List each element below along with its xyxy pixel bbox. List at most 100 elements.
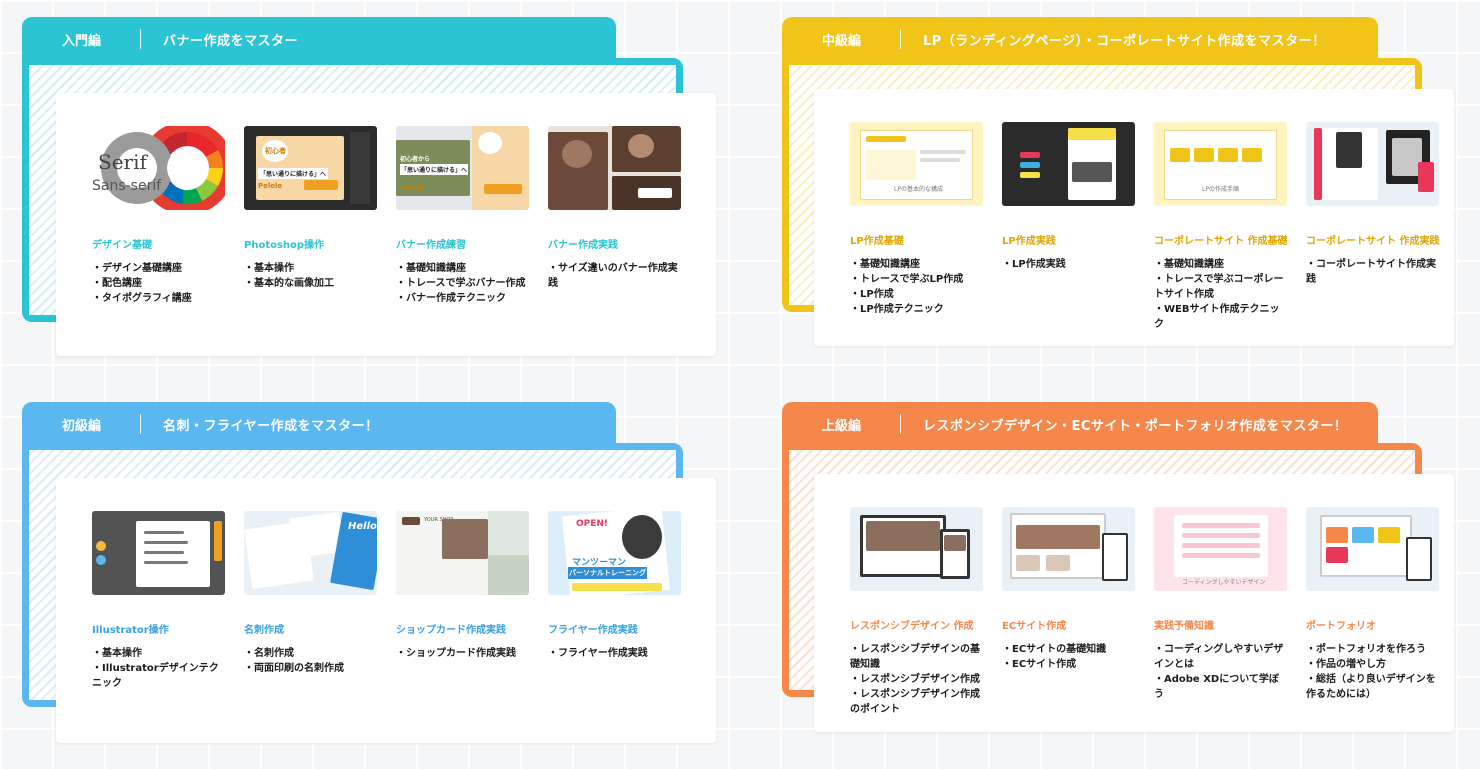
thumb-text: 初心者から <box>400 156 431 163</box>
tab-divider <box>140 414 141 434</box>
course-item[interactable]: LPの作成手順 コーポレートサイト 作成基礎 基礎知識講座 トレースで学ぶコーポ… <box>1154 122 1287 332</box>
course-topic: バナー作成テクニック <box>396 291 529 306</box>
thumb-text: 「思い通りに描ける」へ <box>258 168 329 179</box>
course-title: 名刺作成 <box>244 625 284 636</box>
tab-divider <box>900 414 901 434</box>
course-item[interactable]: レスポンシブデザイン 作成 レスポンシブデザインの基礎知識 レスポンシブデザイン… <box>850 507 983 717</box>
illustrator-screen-icon <box>92 511 225 595</box>
course-item[interactable]: コーディングしやすいデザイン 実践予備知識 コーディングしやすいデザインとは A… <box>1154 507 1287 717</box>
course-item[interactable]: 初心者 「思い通りに描ける」へ Pelele Photoshop操作 基本操作 … <box>244 126 377 306</box>
course-topic: 配色講座 <box>92 276 225 291</box>
course-card: Illustrator操作 基本操作 Illustratorデザインテクニック … <box>56 478 716 743</box>
thumb-text: Pelele <box>258 182 283 190</box>
course-title: LP作成実践 <box>1002 236 1056 247</box>
site-wireframe-icon: LPの作成手順 <box>1154 122 1287 206</box>
course-topic: 基本的な画像加工 <box>244 276 377 291</box>
banner-samples-icon: 初心者から 「思い通りに描ける」へ Pelele <box>396 126 529 210</box>
course-item[interactable]: Serif Sans-serif デザイン基礎 デザイン基礎講座 配色講座 タイ… <box>92 126 225 306</box>
course-item[interactable]: Illustrator操作 基本操作 Illustratorデザインテクニック <box>92 511 225 691</box>
section-beginner: 初級編 名刺・フライヤー作成をマスター！ Illustrator操作 ・ 基本操… <box>0 385 740 769</box>
thumb-text: 初心者 <box>265 147 286 155</box>
course-title: 実践予備知識 <box>1154 621 1214 632</box>
course-topic: WEBサイト作成テクニック <box>1154 302 1287 332</box>
coding-checklist-icon: コーディングしやすいデザイン <box>1154 507 1287 591</box>
course-item[interactable]: ポートフォリオ ポートフォリオを作ろう 作品の増やし方 総括（より良いデザインを… <box>1306 507 1439 717</box>
course-topic: ショップカード作成実践 <box>396 646 529 661</box>
course-topic: フライヤー作成実践 <box>548 646 681 661</box>
course-item[interactable]: ECサイト作成 ECサイトの基礎知識 ECサイト作成 <box>1002 507 1135 717</box>
tab-divider <box>140 29 141 49</box>
course-item[interactable]: 初心者から 「思い通りに描ける」へ Pelele バナー作成練習 基礎知識講座 … <box>396 126 529 306</box>
flyer-icon: OPEN! マンツーマン パーソナルトレーニング <box>548 511 681 595</box>
tab-divider <box>900 29 901 49</box>
course-topic: 名刺作成 <box>244 646 377 661</box>
course-topic: タイポグラフィ講座 <box>92 291 225 306</box>
course-topic: 基礎知識講座 <box>396 261 529 276</box>
course-topic: LP作成実践 <box>1002 257 1135 272</box>
course-item[interactable]: LPの基本的な構成 LP作成基礎 基礎知識講座 トレースで学ぶLP作成 LP作成… <box>850 122 983 332</box>
section-tab: 上級編 レスポンシブデザイン・ECサイト・ポートフォリオ作成をマスター！ <box>782 402 1378 446</box>
course-topic: トレースで学ぶコーポレートサイト作成 <box>1154 272 1287 302</box>
ec-site-icon <box>1002 507 1135 591</box>
course-topic: トレースで学ぶバナー作成 <box>396 276 529 291</box>
course-topic: Illustratorデザインテクニック <box>92 661 225 691</box>
thumb-text: LPの基本的な構成 <box>894 186 943 193</box>
course-topic: コーディングしやすいデザインとは <box>1154 642 1287 672</box>
shop-card-icon: YOUR SHOP <box>396 511 529 595</box>
section-advanced: 上級編 レスポンシブデザイン・ECサイト・ポートフォリオ作成をマスター！ レスポ… <box>760 385 1480 769</box>
lp-design-icon <box>1002 122 1135 206</box>
course-item[interactable]: コーポレートサイト 作成実践 コーポレートサイト作成実践 <box>1306 122 1439 332</box>
course-topic: 基礎知識講座 <box>850 257 983 272</box>
course-title: ECサイト作成 <box>1002 621 1067 632</box>
course-item[interactable]: OPEN! マンツーマン パーソナルトレーニング フライヤー作成実践 フライヤー… <box>548 511 681 691</box>
course-topic: 基本操作 <box>244 261 377 276</box>
section-tab: 入門編 バナー作成をマスター <box>22 17 616 61</box>
section-title: 名刺・フライヤー作成をマスター！ <box>163 418 379 434</box>
course-item[interactable]: YOUR SHOP ショップカード作成実践 ショップカード作成実践 <box>396 511 529 691</box>
section-title: LP（ランディングページ）・コーポレートサイト作成をマスター！ <box>923 33 1326 49</box>
section-tab: 初級編 名刺・フライヤー作成をマスター！ <box>22 402 616 446</box>
photoshop-screen-icon: 初心者 「思い通りに描ける」へ Pelele <box>244 126 377 210</box>
sans-sample: Sans-serif <box>92 178 162 194</box>
course-topic: LP作成テクニック <box>850 302 983 317</box>
course-topic: レスポンシブデザインの基礎知識 <box>850 642 983 672</box>
course-topic: 両面印刷の名刺作成 <box>244 661 377 676</box>
thumb-text: LPの作成手順 <box>1202 186 1239 193</box>
course-title: Photoshop操作 <box>244 240 325 251</box>
course-title: コーポレートサイト 作成実践 <box>1306 236 1440 247</box>
section-title: レスポンシブデザイン・ECサイト・ポートフォリオ作成をマスター！ <box>923 418 1348 434</box>
corporate-site-icon <box>1306 122 1439 206</box>
thumb-text: パーソナルトレーニング <box>568 567 647 579</box>
course-topic: トレースで学ぶLP作成 <box>850 272 983 287</box>
color-wheel-icon: Serif Sans-serif <box>92 126 225 210</box>
section-tab: 中級編 LP（ランディングページ）・コーポレートサイト作成をマスター！ <box>782 17 1378 61</box>
thumb-text: Pelele <box>400 184 425 192</box>
course-card: LPの基本的な構成 LP作成基礎 基礎知識講座 トレースで学ぶLP作成 LP作成… <box>814 89 1454 346</box>
course-topic: 作品の増やし方 <box>1306 657 1439 672</box>
course-item[interactable]: Hello 名刺作成 名刺作成 両面印刷の名刺作成 <box>244 511 377 691</box>
course-topic: レスポンシブデザイン作成のポイント <box>850 687 983 717</box>
section-middle: 中級編 LP（ランディングページ）・コーポレートサイト作成をマスター！ LPの基… <box>760 0 1480 380</box>
course-item[interactable]: バナー作成実践 サイズ違いのバナー作成実践 <box>548 126 681 306</box>
course-topic: Adobe XDについて学ぼう <box>1154 672 1287 702</box>
course-title: フライヤー作成実践 <box>548 625 638 636</box>
course-topic: ECサイト作成 <box>1002 657 1135 672</box>
course-topic: レスポンシブデザイン作成 <box>850 672 983 687</box>
section-level: 中級編 <box>822 33 862 49</box>
course-title: バナー作成実践 <box>548 240 618 251</box>
course-topic: コーポレートサイト作成実践 <box>1306 257 1439 287</box>
portfolio-devices-icon <box>1306 507 1439 591</box>
course-card: レスポンシブデザイン 作成 レスポンシブデザインの基礎知識 レスポンシブデザイン… <box>814 474 1454 732</box>
course-topic: ECサイトの基礎知識 <box>1002 642 1135 657</box>
course-title: レスポンシブデザイン 作成 <box>850 621 974 632</box>
cafe-banner-icon <box>548 126 681 210</box>
course-title: ポートフォリオ <box>1306 621 1376 632</box>
course-title: バナー作成練習 <box>396 240 466 251</box>
course-card: Serif Sans-serif デザイン基礎 デザイン基礎講座 配色講座 タイ… <box>56 93 716 356</box>
course-topic: LP作成 <box>850 287 983 302</box>
thumb-text: OPEN! <box>576 519 609 529</box>
course-topic: 基礎知識講座 <box>1154 257 1287 272</box>
course-item[interactable]: LP作成実践 LP作成実践 <box>1002 122 1135 332</box>
course-topic: デザイン基礎講座 <box>92 261 225 276</box>
section-level: 初級編 <box>62 418 102 434</box>
